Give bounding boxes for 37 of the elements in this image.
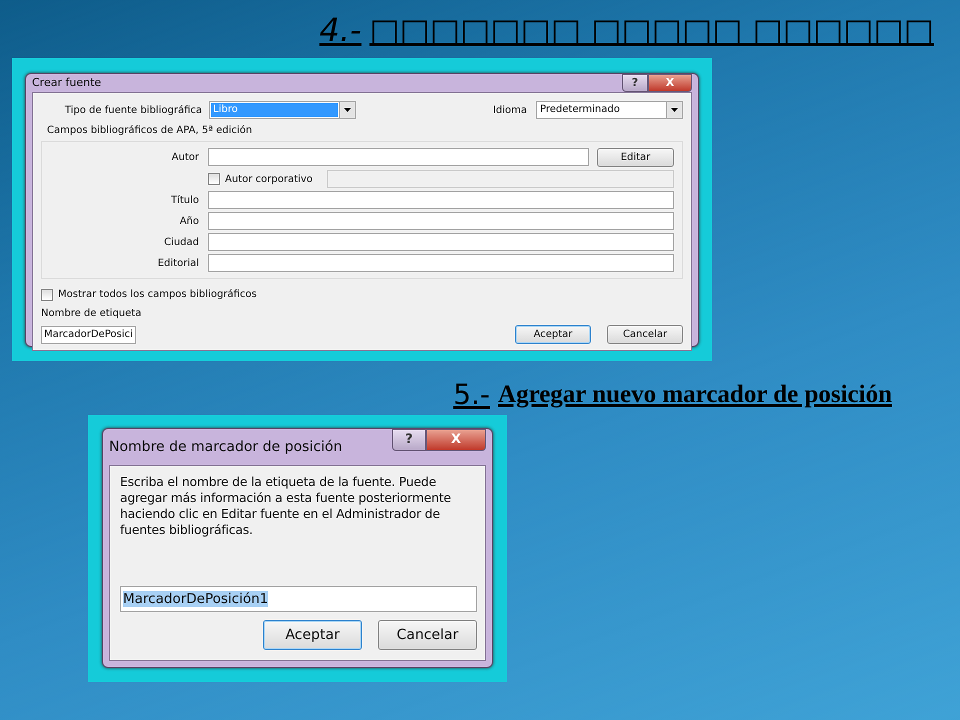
text-field[interactable] [208, 148, 589, 166]
field-label: Ciudad [163, 236, 199, 250]
heading-number: 5.- [453, 377, 490, 413]
checkbox[interactable] [41, 288, 53, 300]
field-label: Nombre de etiqueta [41, 307, 142, 321]
dialog-button[interactable]: Aceptar [515, 325, 591, 344]
checkbox-label: Mostrar todos los campos bibliográficos [58, 288, 257, 302]
dialog-button[interactable]: Aceptar [263, 620, 362, 650]
group-title: Campos bibliográficos de APA, 5ª edición [46, 124, 254, 138]
field-label: Tipo de fuente bibliográfica [64, 104, 203, 118]
heading-text: Agregar nuevo marcador de posición [498, 380, 892, 410]
dialog-message: Escriba el nombre de la etiqueta de la fuente. Puede agregar más información a esta fuente posteriormente haciendo clic en Editar fuente en el Administrador de fuentes bibliográficas. [120, 474, 452, 538]
checkbox-label: Autor corporativo [225, 172, 313, 186]
window-title: Nombre de marcador de posición [109, 438, 342, 456]
field-label: Autor [170, 151, 199, 165]
text-field[interactable]: MarcadorDePosición1 [120, 586, 477, 612]
field-label: Año [178, 214, 199, 228]
help-button[interactable]: ? [392, 429, 426, 451]
field-label: Idioma [492, 104, 528, 118]
heading-number: 4.- [319, 10, 362, 51]
heading-text: □□□□□□□ □□□□□ □□□□□□ [369, 10, 934, 51]
dialog-button[interactable]: Cancelar [378, 620, 477, 650]
help-button[interactable]: ? [622, 74, 648, 92]
caret-icon [671, 108, 678, 112]
dropdown[interactable]: Predeterminado [536, 101, 683, 119]
text-field[interactable]: MarcadorDePosici [41, 326, 136, 344]
text-field[interactable] [208, 254, 674, 272]
field-label: Editorial [156, 256, 199, 270]
caret-icon [344, 108, 351, 112]
edit-button[interactable]: Editar [597, 148, 674, 167]
checkbox[interactable] [208, 173, 220, 185]
text-field[interactable] [208, 212, 674, 230]
field-label: Título [170, 194, 199, 208]
text-field[interactable] [208, 191, 674, 209]
dialog-button[interactable]: Cancelar [607, 325, 683, 344]
text-field[interactable] [208, 233, 674, 251]
window-title: Crear fuente [32, 74, 102, 91]
